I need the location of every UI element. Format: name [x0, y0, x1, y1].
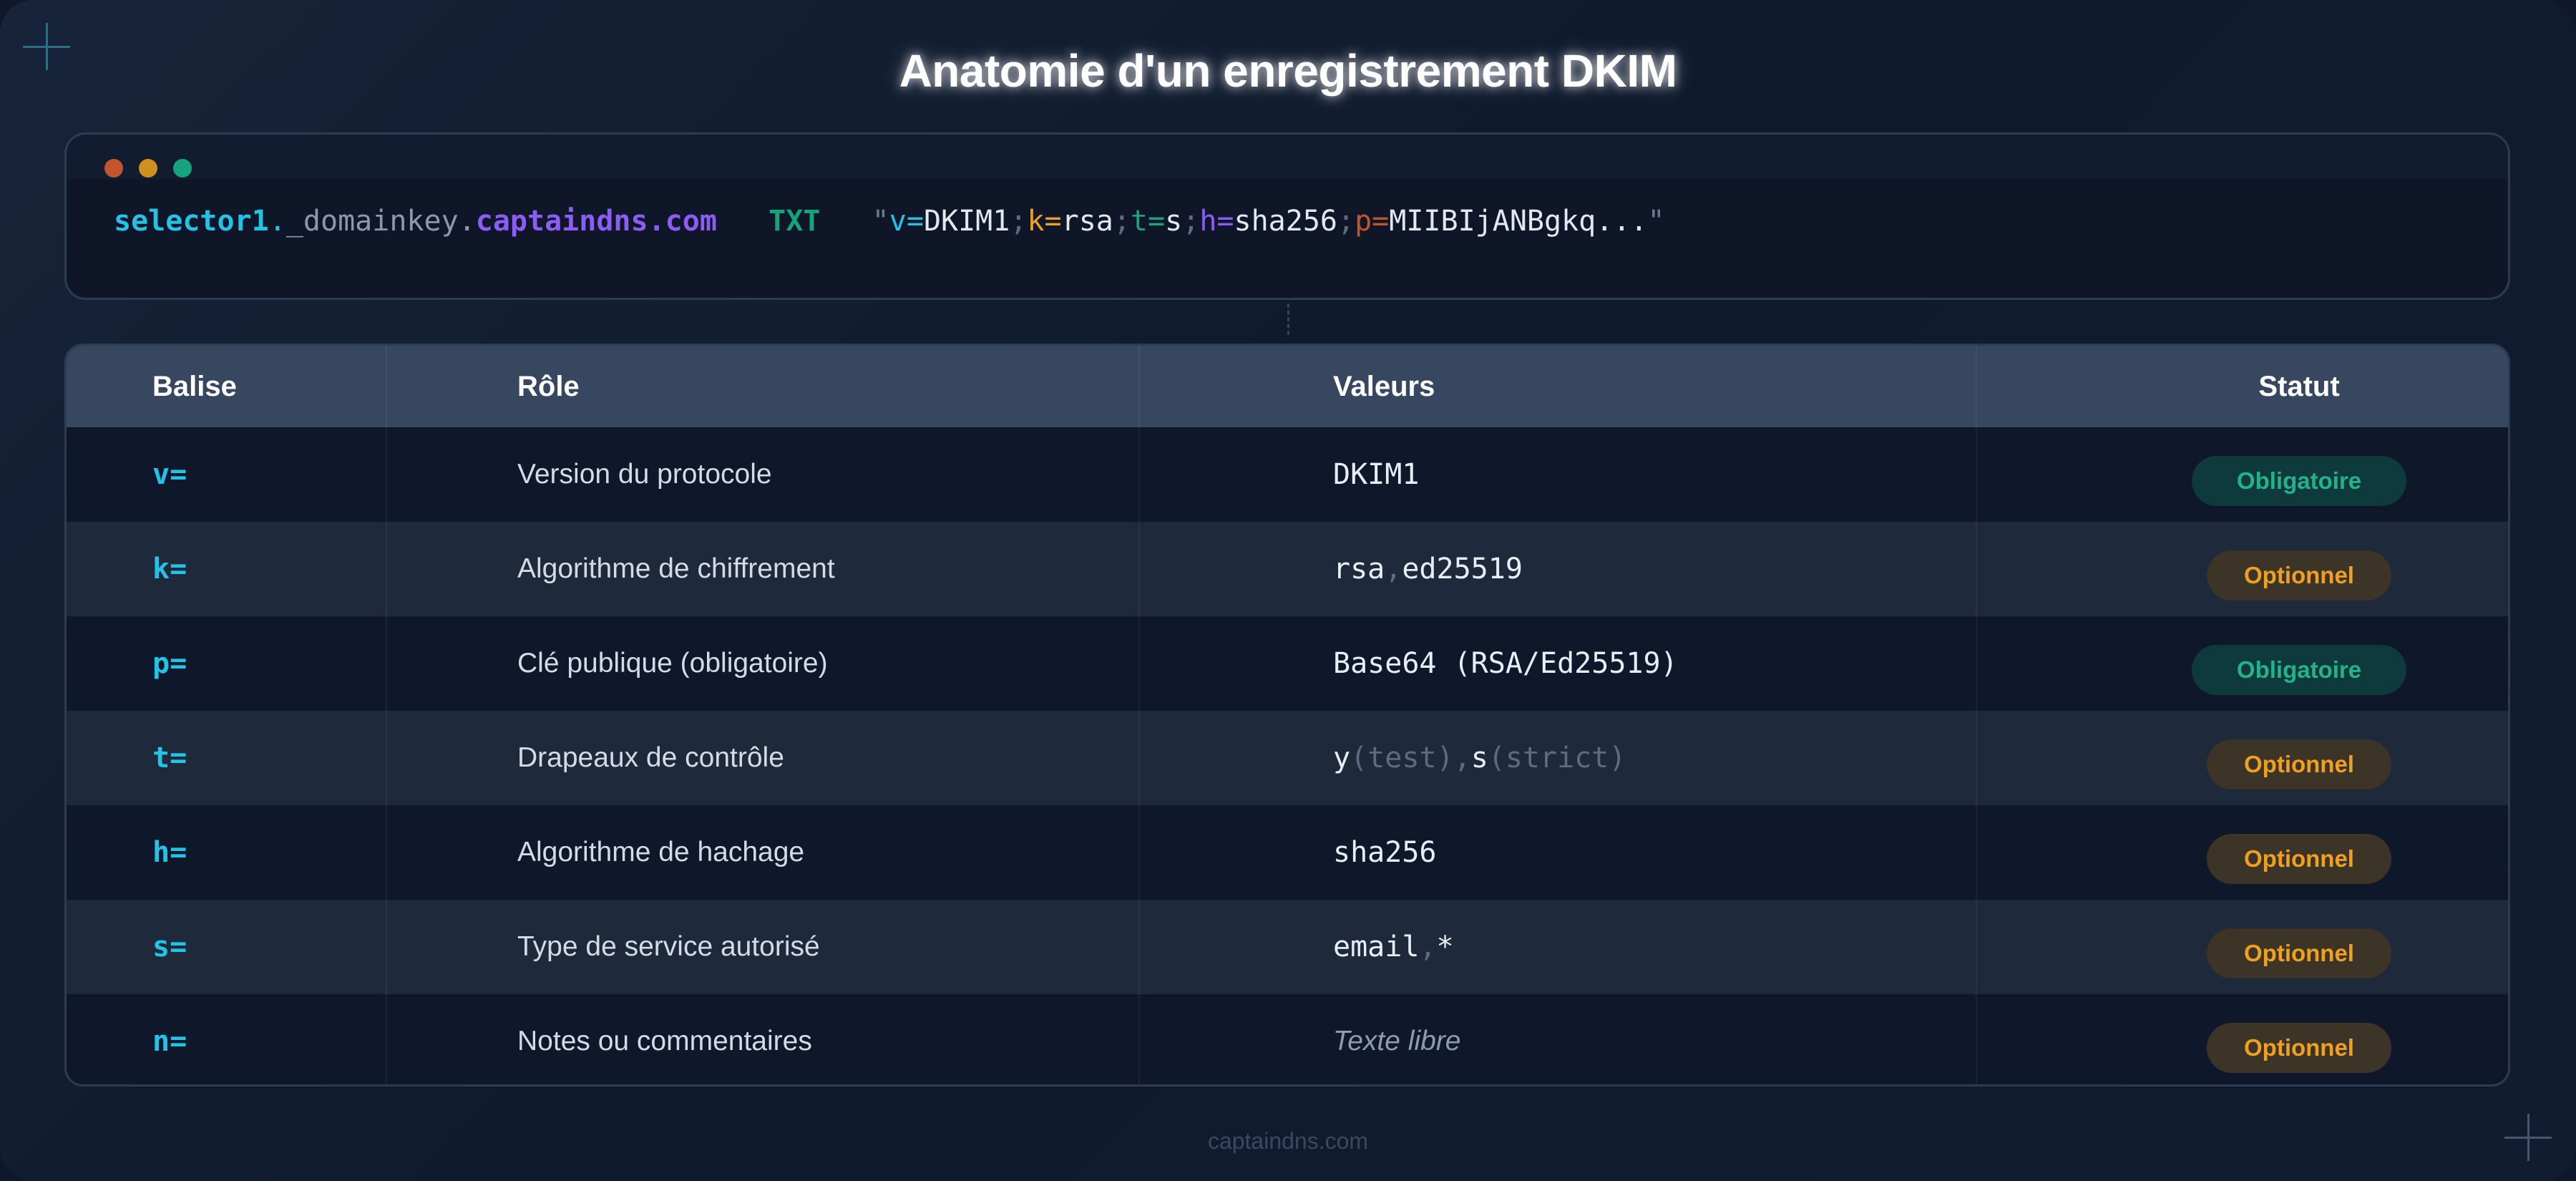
record-separator: ; [1010, 205, 1028, 238]
row-value: Texte libre [1333, 1026, 1461, 1056]
record-dot: . [268, 205, 286, 238]
row-role: Version du protocole [517, 459, 772, 490]
table-row: t= Drapeaux de contrôle y(test),s(strict… [67, 711, 2508, 805]
value-separator: , [1385, 553, 1402, 585]
record-k-value: rsa [1061, 205, 1113, 238]
value-part: * [1436, 930, 1454, 963]
table-row: h= Algorithme de hachage sha256 Optionne… [67, 805, 2508, 900]
table-row: v= Version du protocole DKIM1 Obligatoir… [67, 427, 2508, 522]
dkim-tags-table: Balise Rôle Valeurs Statut v= Version du… [64, 344, 2510, 1087]
row-role: Clé publique (obligatoire) [517, 648, 828, 679]
record-selector: selector1 [114, 205, 269, 238]
dkim-record-line: selector1._domainkey.captaindns.com TXT … [114, 205, 1665, 238]
row-role: Algorithme de chiffrement [517, 553, 835, 584]
record-separator: ; [1113, 205, 1131, 238]
row-tag: k= [152, 553, 187, 585]
page-title: Anatomie d'un enregistrement DKIM [899, 45, 1677, 97]
record-quote: " [1647, 205, 1665, 238]
header-statut: Statut [2258, 370, 2340, 402]
record-p-value: MIIBIjANBgkq... [1389, 205, 1648, 238]
status-badge: Optionnel [2207, 739, 2391, 789]
column-divider [1976, 346, 1977, 1084]
dns-record-window: selector1._domainkey.captaindns.com TXT … [64, 132, 2510, 300]
value-part: ed25519 [1402, 553, 1523, 585]
record-type: TXT [769, 205, 821, 238]
record-h-value: sha256 [1234, 205, 1338, 238]
value-hint: (strict) [1488, 742, 1626, 774]
window-titlebar [67, 135, 2508, 179]
record-t-key: t= [1130, 205, 1166, 238]
table-row: p= Clé publique (obligatoire) Base64 (RS… [67, 616, 2508, 711]
record-p-key: p= [1355, 205, 1390, 238]
record-separator: ; [1182, 205, 1200, 238]
record-t-value: s [1165, 205, 1183, 238]
value-part: s [1470, 742, 1488, 774]
record-v-key: v= [889, 205, 924, 238]
table-row: n= Notes ou commentaires Texte libre Opt… [67, 994, 2508, 1084]
table-row: s= Type de service autorisé email,* Opti… [67, 900, 2508, 994]
row-value: rsa,ed25519 [1333, 553, 1523, 585]
record-h-key: h= [1199, 205, 1234, 238]
row-role: Type de service autorisé [517, 931, 820, 962]
header-balise: Balise [152, 370, 237, 402]
row-value: Base64 (RSA/Ed25519) [1333, 647, 1678, 680]
row-role: Notes ou commentaires [517, 1026, 812, 1056]
status-badge: Optionnel [2207, 834, 2391, 884]
window-maximize-dot-icon [173, 159, 192, 178]
row-role: Drapeaux de contrôle [517, 742, 784, 773]
row-role: Algorithme de hachage [517, 837, 805, 867]
value-hint: (test) [1350, 742, 1454, 774]
row-tag: v= [152, 458, 187, 491]
column-divider [1138, 346, 1140, 1084]
row-value: y(test),s(strict) [1333, 742, 1626, 774]
status-badge: Optionnel [2207, 928, 2391, 978]
status-badge: Optionnel [2207, 550, 2391, 601]
row-value: email,* [1333, 930, 1454, 963]
window-close-dot-icon [104, 159, 123, 178]
row-tag: n= [152, 1025, 187, 1058]
window-minimize-dot-icon [139, 159, 157, 178]
row-tag: s= [152, 930, 187, 963]
diagram-frame: Anatomie d'un enregistrement DKIM select… [0, 0, 2576, 1181]
header-valeurs: Valeurs [1333, 370, 1435, 402]
row-tag: h= [152, 836, 187, 869]
record-domain: captaindns.com [475, 205, 717, 238]
status-badge: Obligatoire [2192, 645, 2406, 695]
row-tag: p= [152, 647, 187, 680]
value-part: y [1333, 742, 1351, 774]
record-separator: ; [1337, 205, 1355, 238]
record-domainkey: _domainkey [286, 205, 459, 238]
row-value: sha256 [1333, 836, 1437, 869]
row-tag: t= [152, 742, 187, 774]
table-row: k= Algorithme de chiffrement rsa,ed25519… [67, 522, 2508, 616]
footer-credit: captaindns.com [1207, 1128, 1369, 1154]
status-badge: Obligatoire [2192, 456, 2406, 506]
value-part: rsa [1333, 553, 1385, 585]
record-quote: " [872, 205, 889, 238]
value-part: email [1333, 930, 1420, 963]
table-header: Balise Rôle Valeurs Statut [67, 346, 2508, 427]
record-dot: . [458, 205, 476, 238]
record-k-key: k= [1027, 205, 1062, 238]
value-separator: , [1419, 930, 1437, 963]
header-role: Rôle [517, 370, 580, 402]
record-v-value: DKIM1 [923, 205, 1010, 238]
value-separator: , [1453, 742, 1471, 774]
status-badge: Optionnel [2207, 1023, 2391, 1073]
connector-line [1287, 303, 1289, 335]
column-divider [386, 346, 387, 1084]
row-value: DKIM1 [1333, 458, 1420, 491]
